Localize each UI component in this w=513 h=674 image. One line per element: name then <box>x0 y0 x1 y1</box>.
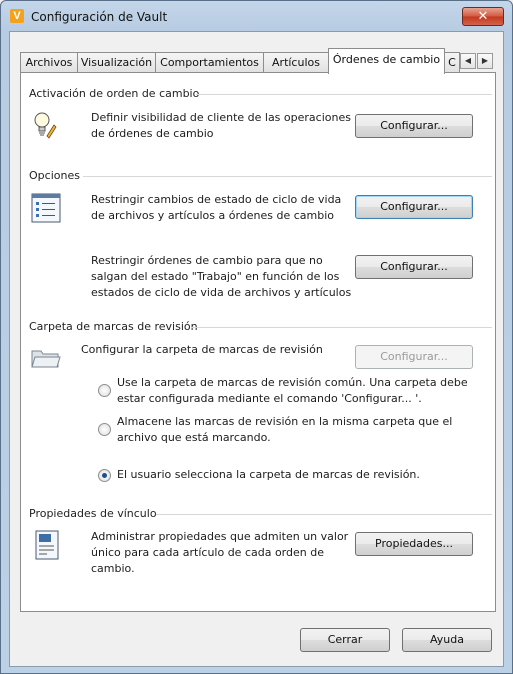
section-title-options: Opciones <box>29 169 80 182</box>
tab-scroll-left-button[interactable]: ◀ <box>460 53 476 69</box>
link-properties-line: Administrar propiedades que admiten un v… <box>91 530 349 543</box>
section-divider <box>83 176 492 177</box>
folder-icon <box>31 350 61 368</box>
window-title: Configuración de Vault <box>31 10 168 24</box>
section-divider <box>196 94 492 95</box>
close-button[interactable]: Cerrar <box>300 628 390 652</box>
tab-visualizacion[interactable]: Visualización <box>77 52 156 73</box>
window-close-button[interactable]: ✕ <box>462 7 504 26</box>
radio-common-markup-folder[interactable] <box>98 384 111 397</box>
radio-user-selects-folder[interactable] <box>98 469 111 482</box>
dialog-window: V Configuración de Vault ✕ Archivos Visu… <box>0 0 513 674</box>
link-properties-icon <box>35 530 59 560</box>
restrict-work-line: salgan del estado "Trabajo" en función d… <box>91 270 340 283</box>
radio-label-line: archivo que está marcando. <box>117 431 271 444</box>
radio-label-line: estar configurada mediante el comando 'C… <box>117 392 422 405</box>
restrict-work-line: estados de ciclo de vida de archivos y a… <box>91 286 352 299</box>
radio-common-markup-folder-label[interactable]: Use la carpeta de marcas de revisión com… <box>117 375 468 407</box>
activation-description-line: de órdenes de cambio <box>91 127 214 140</box>
link-properties-description: Administrar propiedades que admiten un v… <box>91 529 348 577</box>
dialog-client-area: Archivos Visualización Comportamientos A… <box>9 31 504 667</box>
configure-restrict-states-button[interactable]: Configurar... <box>355 195 473 219</box>
radio-same-folder-markup[interactable] <box>98 423 111 436</box>
activation-description: Definir visibilidad de cliente de las op… <box>91 110 351 142</box>
section-divider <box>191 327 492 328</box>
restrict-work-description: Restringir órdenes de cambio para que no… <box>91 253 351 301</box>
tab-archivos[interactable]: Archivos <box>20 52 78 73</box>
section-divider <box>156 514 492 515</box>
tab-ordenes-de-cambio[interactable]: Órdenes de cambio <box>328 48 445 74</box>
radio-label-line: Use la carpeta de marcas de revisión com… <box>117 376 468 389</box>
restrict-states-line: de archivos y artículos a órdenes de cam… <box>91 209 335 222</box>
restrict-states-line: Restringir cambios de estado de ciclo de… <box>91 193 342 206</box>
configure-restrict-work-button[interactable]: Configurar... <box>355 255 473 279</box>
activation-description-line: Definir visibilidad de cliente de las op… <box>91 111 351 124</box>
restrict-states-description: Restringir cambios de estado de ciclo de… <box>91 192 341 224</box>
configure-markup-folder-button[interactable]: Configurar... <box>355 345 473 369</box>
tab-strip: Archivos Visualización Comportamientos A… <box>20 48 500 74</box>
tab-articulos[interactable]: Artículos <box>263 52 329 73</box>
radio-label-line: Almacene las marcas de revisión en la mi… <box>117 415 453 428</box>
title-bar[interactable]: V Configuración de Vault ✕ <box>1 1 512 31</box>
configure-visibility-button[interactable]: Configurar... <box>355 114 473 138</box>
tab-comportamientos[interactable]: Comportamientos <box>155 52 264 73</box>
options-list-icon <box>31 193 61 223</box>
tab-scroll-right-button[interactable]: ▶ <box>477 53 493 69</box>
restrict-work-line: Restringir órdenes de cambio para que no <box>91 254 323 267</box>
markup-configure-label: Configurar la carpeta de marcas de revis… <box>81 343 323 356</box>
link-properties-line: cambio. <box>91 562 135 575</box>
vault-app-icon: V <box>10 9 24 23</box>
radio-same-folder-markup-label[interactable]: Almacene las marcas de revisión en la mi… <box>117 414 452 446</box>
radio-user-selects-folder-label[interactable]: El usuario selecciona la carpeta de marc… <box>117 467 420 483</box>
section-title-activation: Activación de orden de cambio <box>29 87 200 100</box>
tab-panel-ordenes-de-cambio: Activación de orden de cambio Definir vi… <box>20 72 496 612</box>
section-title-link-properties: Propiedades de vínculo <box>29 507 157 520</box>
help-button[interactable]: Ayuda <box>402 628 492 652</box>
link-properties-line: único para cada artículo de cada orden d… <box>91 546 324 559</box>
section-title-markup: Carpeta de marcas de revisión <box>29 320 198 333</box>
lightbulb-edit-icon <box>34 112 57 139</box>
tab-truncated[interactable]: C <box>444 52 460 73</box>
link-properties-button[interactable]: Propiedades... <box>355 532 473 556</box>
